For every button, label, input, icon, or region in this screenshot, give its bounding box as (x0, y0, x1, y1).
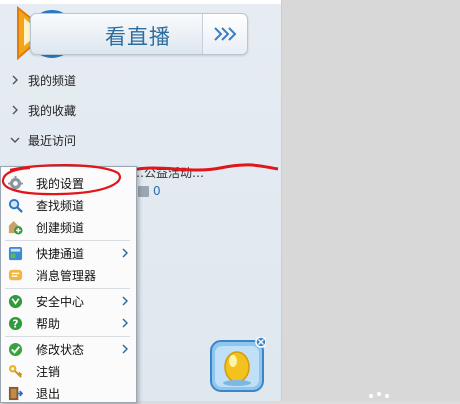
submenu-arrow-icon (122, 318, 128, 328)
shortcut-icon (8, 246, 23, 261)
nav-label: 最近访问 (28, 133, 77, 148)
chevron-right-icon (12, 75, 18, 85)
menu-item-create-channel[interactable]: 创建频道 (1, 216, 134, 238)
user-icon (138, 185, 149, 197)
egg-widget[interactable] (210, 337, 266, 393)
live-banner-go[interactable] (202, 14, 247, 54)
key-icon (8, 364, 23, 378)
menu-item-message-manager[interactable]: 消息管理器 (1, 264, 134, 286)
menu-item-find-channel[interactable]: 查找频道 (1, 194, 134, 216)
help-icon: ? (8, 316, 23, 330)
svg-text:?: ? (13, 318, 19, 330)
menu-separator (5, 240, 130, 241)
menu-separator (5, 288, 130, 289)
submenu-arrow-icon (122, 248, 128, 258)
menu-item-label: 修改状态 (36, 343, 85, 357)
message-icon (8, 269, 23, 281)
nav-label: 我的频道 (28, 73, 77, 88)
live-banner-label: 看直播 (105, 25, 171, 49)
nav-my-channels[interactable]: 我的频道 (8, 70, 76, 90)
menu-item-help[interactable]: ? 帮助 (1, 312, 134, 334)
menu-item-logout[interactable]: 注销 (1, 360, 134, 382)
menu-item-my-settings[interactable]: 我的设置 (1, 172, 134, 194)
chevron-down-icon (10, 137, 20, 143)
loading-dots-icon (369, 392, 389, 398)
chevron-right-icon (12, 105, 18, 115)
redaction-scribble (131, 163, 279, 172)
nav-label: 我的收藏 (28, 103, 77, 118)
menu-item-label: 查找频道 (36, 199, 85, 213)
menu-item-label: 安全中心 (36, 295, 85, 309)
create-channel-icon (8, 220, 23, 235)
live-banner[interactable]: 看直播 (30, 13, 248, 55)
double-chevron-right-icon (214, 27, 237, 41)
menu-item-label: 我的设置 (36, 177, 85, 191)
menu-item-shortcut[interactable]: 快捷通道 (1, 242, 134, 264)
menu-item-security-center[interactable]: 安全中心 (1, 290, 134, 312)
context-menu: 我的设置 查找频道 创建频道 快捷通道 消息管理器 安全中心 ? 帮助 修改状态… (0, 166, 137, 403)
menu-item-label: 注销 (36, 365, 61, 379)
menu-item-label: 创建频道 (36, 221, 85, 235)
viewer-count-value: 0 (153, 184, 161, 198)
menu-item-label: 帮助 (36, 317, 61, 331)
content-area (282, 0, 460, 401)
search-icon (8, 198, 23, 213)
menu-item-label: 退出 (36, 387, 61, 401)
menu-separator (5, 336, 130, 337)
shield-icon (8, 294, 23, 309)
exit-icon (8, 386, 23, 401)
nav-recent[interactable]: 最近访问 (8, 130, 76, 150)
menu-item-label: 消息管理器 (36, 269, 97, 283)
viewer-count: 0 (138, 184, 161, 198)
status-check-icon (8, 342, 23, 357)
menu-item-change-status[interactable]: 修改状态 (1, 338, 134, 360)
submenu-arrow-icon (122, 296, 128, 306)
menu-item-label: 快捷通道 (36, 247, 85, 261)
gear-icon (8, 176, 23, 191)
submenu-arrow-icon (122, 344, 128, 354)
nav-my-favorites[interactable]: 我的收藏 (8, 100, 76, 120)
